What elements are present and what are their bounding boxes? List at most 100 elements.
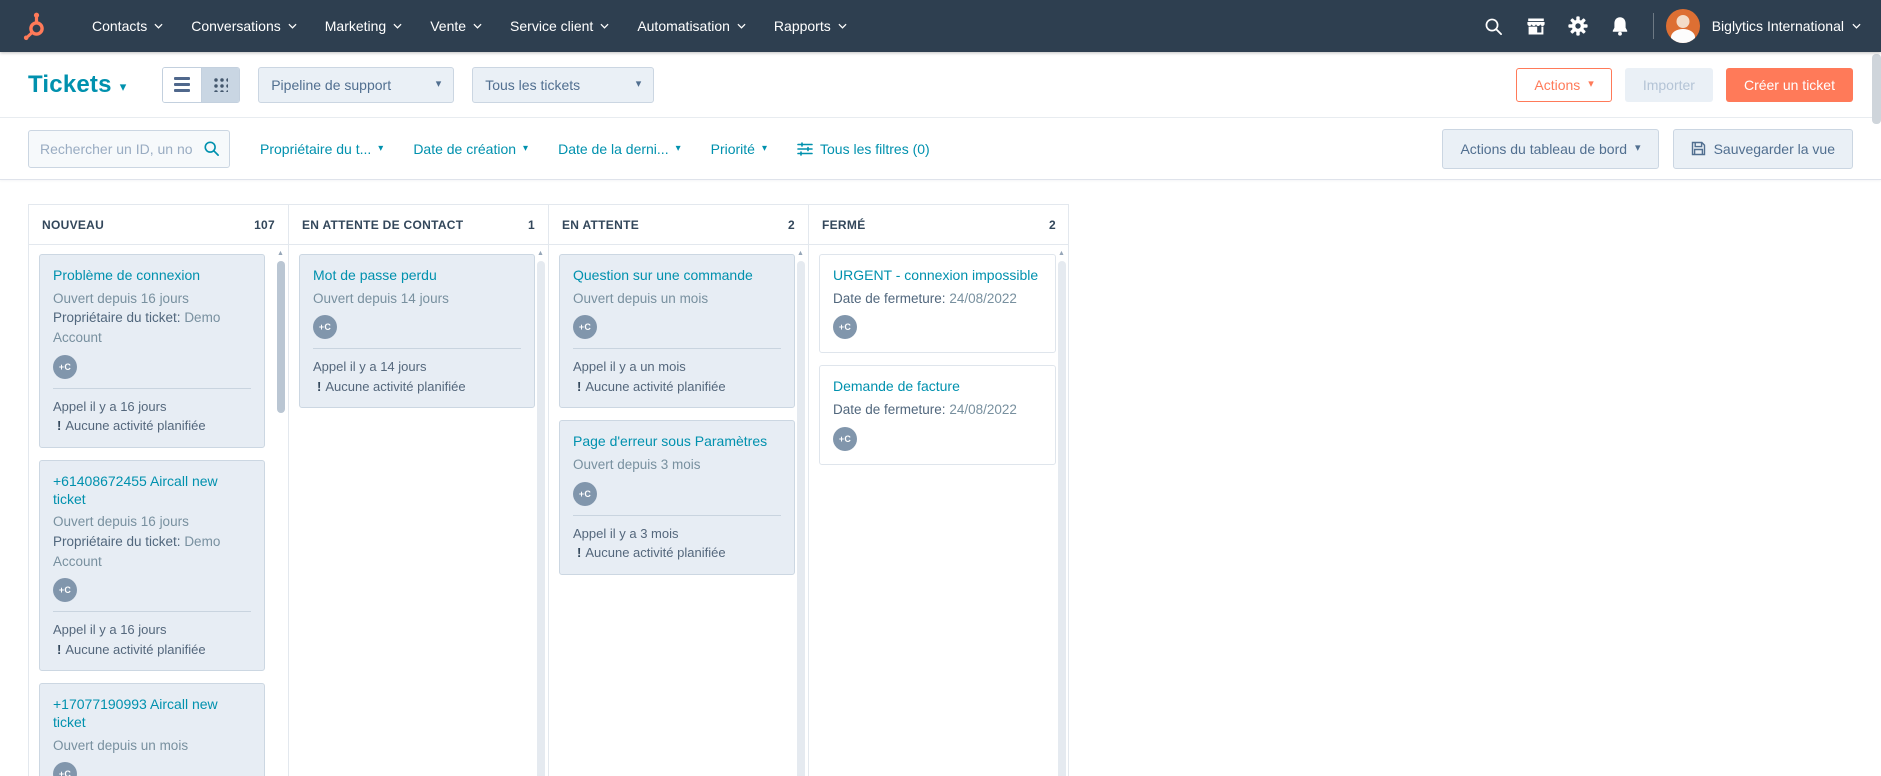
all-filters-button[interactable]: Tous les filtres (0) [797,141,930,157]
contact-avatar-badge[interactable]: +C [313,315,337,340]
board-view-button[interactable] [201,67,240,102]
ticket-last-activity: Appel il y a un mois [573,359,686,375]
board-column: NOUVEAU 107 Problème de connexion Ouvert… [29,205,289,776]
actions-button[interactable]: Actions ▾ [1516,67,1612,102]
nav-item-marketing[interactable]: Marketing [311,0,416,52]
ticket-last-activity: Appel il y a 3 mois [573,525,679,541]
account-switcher[interactable]: Biglytics International [1712,18,1861,34]
scroll-up-arrow-icon[interactable]: ▲ [537,249,544,259]
caret-down-icon: ▾ [1635,142,1641,154]
marketplace-icon[interactable] [1515,0,1557,52]
column-scrollbar[interactable]: ▲ [275,249,286,776]
save-view-button[interactable]: Sauvegarder la vue [1672,128,1853,169]
contact-avatar-badge[interactable]: +C [573,481,597,506]
caret-down-icon: ▾ [1588,78,1594,90]
settings-gear-icon[interactable] [1557,0,1599,52]
column-body: Question sur une commande Ouvert depuis … [549,245,808,776]
board-actions-button[interactable]: Actions du tableau de bord ▾ [1442,128,1659,169]
warning-exclamation-icon: ! [577,545,582,561]
column-scrollbar[interactable]: ▲ [535,249,546,776]
nav-item-vente[interactable]: Vente [416,0,496,52]
search-icon[interactable] [203,140,220,157]
search-icon[interactable] [1473,0,1515,52]
chevron-down-icon [600,23,609,29]
pipeline-select[interactable]: Pipeline de support ▾ [258,66,455,103]
hubspot-logo-icon[interactable] [18,11,48,41]
page-scrollbar-thumb[interactable] [1872,54,1881,124]
scroll-up-arrow-icon[interactable]: ▲ [1058,249,1065,259]
column-scrollbar-thumb[interactable] [536,261,545,776]
contact-avatar-badge[interactable]: +C [833,426,857,451]
contact-avatar-badge[interactable]: +C [573,315,597,340]
filter-priority[interactable]: Priorité ▾ [711,141,767,157]
ticket-title-link[interactable]: Question sur une commande [573,267,781,285]
filter-label: Date de la derni... [558,140,669,157]
import-button[interactable]: Importer [1624,67,1713,102]
ticket-card[interactable]: Problème de connexion Ouvert depuis 16 j… [39,254,265,448]
pipeline-select-value: Pipeline de support [271,76,392,93]
ticket-meta-line: Ouvert depuis 16 jours [53,290,189,306]
no-activity-warning-row: ! Aucune activité planifiée [53,640,251,660]
list-view-button[interactable] [163,67,202,102]
contact-avatar-badge[interactable]: +C [53,762,77,776]
ticket-meta-line: Date de fermeture: 24/08/2022 [833,402,1017,418]
caret-down-icon: ▾ [675,142,681,154]
ticket-title-link[interactable]: +17077190993 Aircall new ticket [53,696,251,732]
ticket-card[interactable]: Question sur une commande Ouvert depuis … [559,254,795,409]
ticket-meta-lines: Date de fermeture: 24/08/2022 [833,289,1042,309]
ticket-card[interactable]: Demande de facture Date de fermeture: 24… [819,365,1056,465]
column-scrollbar[interactable]: ▲ [795,249,806,776]
column-scrollbar-thumb[interactable] [276,261,285,413]
ticket-card[interactable]: Mot de passe perdu Ouvert depuis 14 jour… [299,254,535,409]
ticket-view-select[interactable]: Tous les tickets ▾ [472,66,655,103]
ticket-meta-line: Propriétaire du ticket: Demo Account [53,533,221,569]
contact-avatar-badge[interactable]: +C [833,315,857,340]
scroll-up-arrow-icon[interactable]: ▲ [277,249,284,259]
search-input[interactable] [28,129,230,168]
nav-item-conversations[interactable]: Conversations [177,0,311,52]
no-activity-warning-row: ! Aucune activité planifiée [573,377,781,397]
save-view-label: Sauvegarder la vue [1713,140,1835,157]
user-avatar[interactable] [1665,9,1700,43]
ticket-title-link[interactable]: Mot de passe perdu [313,267,521,285]
caret-down-icon: ▾ [523,142,529,154]
ticket-card[interactable]: URGENT - connexion impossible Date de fe… [819,254,1056,354]
warning-exclamation-icon: ! [317,378,322,394]
nav-right-tools: Biglytics International [1473,0,1861,52]
ticket-title-link[interactable]: URGENT - connexion impossible [833,267,1042,285]
ticket-title-link[interactable]: Demande de facture [833,378,1042,396]
column-scrollbar-thumb[interactable] [1057,261,1066,776]
card-footer: Appel il y a un mois ! Aucune activité pl… [573,357,781,396]
nav-item-contacts[interactable]: Contacts [78,0,177,52]
ticket-title-link[interactable]: Problème de connexion [53,267,251,285]
warning-exclamation-icon: ! [57,418,62,434]
nav-item-automatisation[interactable]: Automatisation [623,0,760,52]
filter-create-date[interactable]: Date de création ▾ [413,141,528,157]
ticket-title-link[interactable]: +61408672455 Aircall new ticket [53,473,251,509]
filter-last-activity-date[interactable]: Date de la derni... ▾ [558,141,681,157]
ticket-card[interactable]: +61408672455 Aircall new ticket Ouvert d… [39,459,265,672]
warning-exclamation-icon: ! [57,641,62,657]
filter-label: Priorité [710,140,755,157]
contact-avatar-badge[interactable]: +C [53,578,77,603]
create-ticket-button[interactable]: Créer un ticket [1725,67,1853,102]
ticket-card[interactable]: Page d'erreur sous Paramètres Ouvert dep… [559,420,795,575]
scroll-up-arrow-icon[interactable]: ▲ [797,249,804,259]
nav-item-service-client[interactable]: Service client [496,0,623,52]
page-title[interactable]: Tickets ▾ [28,71,126,99]
column-scrollbar-thumb[interactable] [796,261,805,776]
column-count: 1 [528,217,535,232]
ticket-last-activity: Appel il y a 16 jours [53,622,167,638]
nav-item-rapports[interactable]: Rapports [760,0,861,52]
ticket-meta-line: Ouvert depuis 3 mois [573,457,701,473]
ticket-title-link[interactable]: Page d'erreur sous Paramètres [573,433,781,451]
contact-avatar-badge[interactable]: +C [53,354,77,379]
notifications-bell-icon[interactable] [1599,0,1641,52]
filter-sliders-icon [797,141,813,156]
all-filters-label: Tous les filtres (0) [820,140,930,157]
ticket-card[interactable]: +17077190993 Aircall new ticket Ouvert d… [39,683,265,776]
filter-ticket-owner[interactable]: Propriétaire du t... ▾ [260,141,383,157]
column-scrollbar[interactable]: ▲ [1056,249,1067,776]
ticket-meta-line: Ouvert depuis un mois [53,737,189,753]
ticket-meta-lines: Ouvert depuis 16 jours Propriétaire du ti… [53,512,251,571]
